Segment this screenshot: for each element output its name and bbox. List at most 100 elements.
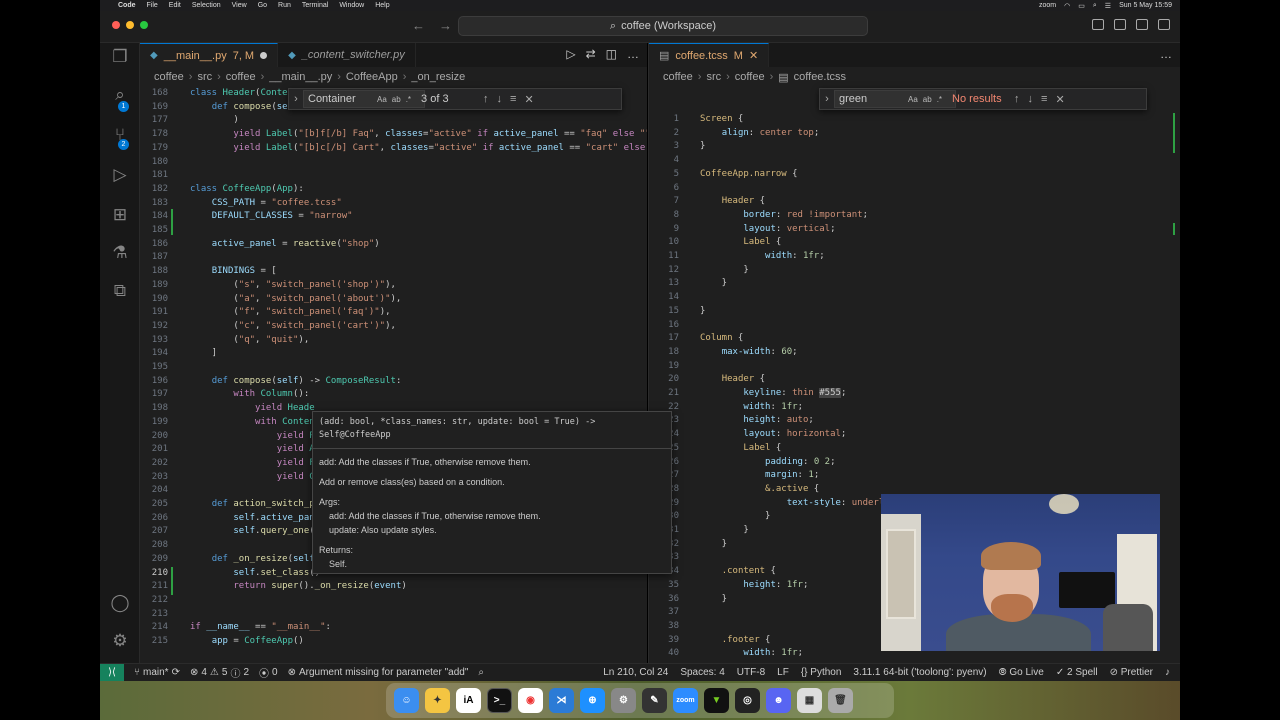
code-line[interactable]: 195 (140, 361, 647, 375)
menu-app-name[interactable]: Code (118, 2, 136, 9)
customize-layout-icon[interactable] (1158, 19, 1170, 30)
code-line[interactable]: 196 def compose(self) -> ComposeResult: (140, 375, 647, 389)
unsaved-dot-icon[interactable] (260, 52, 268, 59)
toggle-replace-icon[interactable]: › (289, 93, 303, 105)
code-line[interactable]: 24 layout: horizontal; (649, 428, 1180, 442)
code-line[interactable]: 19 (649, 360, 1180, 374)
code-line[interactable]: 2 align: center top; (649, 127, 1180, 141)
code-line[interactable]: 9 layout: vertical; (649, 223, 1180, 237)
forward-arrow-icon[interactable]: → (439, 18, 452, 33)
breadcrumb-item[interactable]: coffee (226, 71, 256, 83)
breadcrumb-item[interactable]: coffee (735, 71, 765, 83)
menu-view[interactable]: View (232, 2, 247, 9)
documents-folder-icon[interactable]: ▦ (797, 688, 822, 713)
whole-word-icon[interactable]: ab (392, 95, 401, 104)
tab-coffee-tcss[interactable]: ▤ coffee.tcss M ✕ (649, 43, 770, 67)
code-line[interactable]: 184 DEFAULT_CLASSES = "narrow" (140, 210, 647, 224)
ia-writer-icon[interactable]: iA (456, 688, 481, 713)
code-line[interactable]: 180 (140, 156, 647, 170)
menu-terminal[interactable]: Terminal (302, 2, 328, 9)
cursor-position[interactable]: Ln 210, Col 24 (603, 667, 668, 678)
breadcrumb-item[interactable]: CoffeeApp (346, 71, 398, 83)
code-line[interactable]: 183 CSS_PATH = "coffee.tcss" (140, 197, 647, 211)
minimize-window-button[interactable] (126, 21, 134, 29)
whole-word-icon[interactable]: ab (923, 95, 932, 104)
breadcrumb-item[interactable]: coffee (154, 71, 184, 83)
menu-run[interactable]: Run (278, 2, 291, 9)
encoding[interactable]: UTF-8 (737, 667, 765, 678)
code-line[interactable]: 189 ("s", "switch_panel('shop')"), (140, 279, 647, 293)
code-line[interactable]: 181 (140, 169, 647, 183)
language-mode[interactable]: {} Python (801, 667, 842, 678)
code-line[interactable]: 17 Column { (649, 332, 1180, 346)
find-in-selection-icon[interactable]: ≡ (510, 93, 516, 106)
tes-app-icon[interactable]: ✦ (425, 688, 450, 713)
code-line[interactable]: 26 padding: 0 2; (649, 456, 1180, 470)
code-line[interactable]: 191 ("f", "switch_panel('faq')"), (140, 306, 647, 320)
code-line[interactable]: 4 (649, 154, 1180, 168)
code-line[interactable]: 197 with Column(): (140, 388, 647, 402)
code-line[interactable]: 178 yield Label("[b]f[/b] Faq", classes=… (140, 128, 647, 142)
system-settings-icon[interactable]: ⚙ (611, 688, 636, 713)
find-in-selection-icon[interactable]: ≡ (1041, 93, 1047, 106)
indentation[interactable]: Spaces: 4 (680, 667, 724, 678)
battery-icon[interactable]: ▭ (1078, 2, 1085, 10)
tab-main-py[interactable]: ◆ __main__.py 7, M (140, 43, 279, 67)
regex-icon[interactable]: .* (406, 95, 411, 104)
code-line[interactable]: 7 Header { (649, 195, 1180, 209)
code-line[interactable]: 211 return super()._on_resize(event) (140, 580, 647, 594)
go-live-button[interactable]: ⦾ Go Live (999, 667, 1044, 678)
code-line[interactable]: 213 (140, 608, 647, 622)
zoom-app-icon[interactable]: zoom (673, 688, 698, 713)
close-icon[interactable]: ✕ (524, 93, 533, 106)
run-debug-icon[interactable]: ▷ (110, 165, 130, 185)
code-line[interactable]: 5 CoffeeApp.narrow { (649, 168, 1180, 182)
code-line[interactable]: 194 ] (140, 347, 647, 361)
trash-icon[interactable]: 🗑 (828, 688, 853, 713)
zoom-status-label[interactable]: zoom (1039, 2, 1056, 9)
chrome-icon[interactable]: ◉ (518, 688, 543, 713)
code-line[interactable]: 182 class CoffeeApp(App): (140, 183, 647, 197)
code-line[interactable]: 187 (140, 251, 647, 265)
menu-edit[interactable]: Edit (169, 2, 181, 9)
back-arrow-icon[interactable]: ← (412, 18, 425, 33)
terminal-icon[interactable]: >_ (487, 688, 512, 713)
breadcrumb-item[interactable]: src (706, 71, 721, 83)
next-match-icon[interactable]: ↓ (497, 93, 503, 106)
toggle-replace-icon[interactable]: › (820, 93, 834, 105)
code-line[interactable]: 185 (140, 224, 647, 238)
code-line[interactable]: 20 Header { (649, 373, 1180, 387)
current-problem[interactable]: ⊗ Argument missing for parameter "add" (288, 667, 469, 678)
code-line[interactable]: 23 height: auto; (649, 414, 1180, 428)
breadcrumb-item[interactable]: src (197, 71, 212, 83)
testing-icon[interactable]: ⚗ (110, 243, 130, 263)
menu-window[interactable]: Window (339, 2, 364, 9)
next-match-icon[interactable]: ↓ (1028, 93, 1034, 106)
zoom-window-button[interactable] (140, 21, 148, 29)
breadcrumb-item[interactable]: __main__.py (269, 71, 332, 83)
toggle-secondary-sidebar-icon[interactable] (1136, 19, 1148, 30)
accounts-icon[interactable]: ◯ (110, 593, 130, 613)
textedit-icon[interactable]: ✎ (642, 688, 667, 713)
code-line[interactable]: 193 ("q", "quit"), (140, 334, 647, 348)
compare-icon[interactable]: ⇄ (586, 47, 596, 61)
control-center-icon[interactable]: ☰ (1105, 2, 1111, 10)
tab-content-switcher-py[interactable]: ◆ _content_switcher.py (278, 43, 416, 67)
code-line[interactable]: 14 (649, 291, 1180, 305)
toggle-sidebar-icon[interactable] (1092, 19, 1104, 30)
remote-indicator-icon[interactable]: ⟩⟨ (100, 663, 124, 682)
code-editor-left[interactable]: 168 class Header(Conte 169 def compose(se 1… (140, 87, 647, 663)
breadcrumb-item[interactable]: _on_resize (411, 71, 465, 83)
menu-selection[interactable]: Selection (192, 2, 221, 9)
match-case-icon[interactable]: Aa (377, 95, 387, 104)
menubar-datetime[interactable]: Sun 5 May 15:59 (1119, 2, 1172, 9)
menu-help[interactable]: Help (375, 2, 389, 9)
match-case-icon[interactable]: Aa (908, 95, 918, 104)
code-line[interactable]: 11 width: 1fr; (649, 250, 1180, 264)
code-line[interactable]: 214 if __name__ == "__main__": (140, 621, 647, 635)
previous-match-icon[interactable]: ↑ (1014, 93, 1020, 106)
code-line[interactable]: 215 app = CoffeeApp() (140, 635, 647, 649)
safari-icon[interactable]: ⊕ (580, 688, 605, 713)
code-line[interactable]: 190 ("a", "switch_panel('about')"), (140, 293, 647, 307)
end-of-line[interactable]: LF (777, 667, 789, 678)
